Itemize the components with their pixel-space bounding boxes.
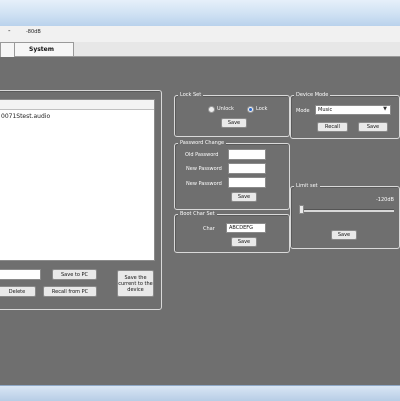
char-label: Char bbox=[203, 226, 215, 232]
chevron-down-icon: ▼ bbox=[383, 106, 387, 112]
window-titlebar bbox=[0, 0, 400, 26]
preset-filename-field[interactable] bbox=[0, 269, 41, 280]
boot-char-save-button[interactable]: Save bbox=[231, 237, 257, 247]
limit-slider-thumb[interactable] bbox=[299, 205, 304, 214]
tab-system-label: System bbox=[29, 46, 54, 53]
limit-set-legend: Limit set bbox=[294, 183, 320, 189]
tab-system[interactable]: System bbox=[14, 42, 74, 56]
confirm-password-label: New Password bbox=[186, 181, 222, 187]
lock-label: Lock bbox=[256, 106, 268, 112]
limit-value-label: -120dB bbox=[376, 197, 394, 203]
new-password-field[interactable] bbox=[228, 163, 266, 174]
mode-label: Mode bbox=[296, 108, 310, 114]
limit-slider-track[interactable] bbox=[301, 209, 394, 212]
device-mode-save-button[interactable]: Save bbox=[358, 122, 388, 132]
device-mode-panel bbox=[290, 95, 400, 139]
unlock-radio[interactable] bbox=[208, 106, 215, 113]
mode-select-value: Music bbox=[318, 107, 333, 113]
confirm-password-field[interactable] bbox=[228, 177, 266, 188]
recall-from-pc-button[interactable]: Recall from PC bbox=[43, 286, 97, 297]
boot-char-panel bbox=[174, 214, 290, 253]
password-change-legend: Password Change bbox=[178, 140, 227, 146]
preset-list[interactable]: 0071Stest.audio bbox=[0, 99, 155, 261]
lock-set-panel bbox=[174, 95, 290, 137]
mode-select[interactable]: Music ▼ bbox=[315, 105, 391, 115]
taskbar bbox=[0, 385, 400, 401]
limit-save-button[interactable]: Save bbox=[331, 230, 357, 240]
save-to-device-button[interactable]: Save the current to the device bbox=[117, 270, 154, 297]
boot-char-legend: Boot Char Set bbox=[178, 211, 217, 217]
save-to-pc-button[interactable]: Save to PC bbox=[52, 269, 97, 280]
boot-char-field[interactable]: ABCDEFG bbox=[226, 223, 266, 233]
lock-save-button[interactable]: Save bbox=[221, 118, 247, 128]
new-password-label: New Password bbox=[186, 166, 222, 172]
old-password-label: Old Password bbox=[185, 152, 219, 158]
device-mode-legend: Device Mode bbox=[294, 92, 331, 98]
unlock-label: Unlock bbox=[217, 106, 234, 112]
preset-list-header bbox=[0, 100, 154, 110]
lock-radio[interactable] bbox=[247, 106, 254, 113]
tab-partial[interactable] bbox=[0, 42, 15, 57]
device-mode-recall-button[interactable]: Recall bbox=[317, 122, 348, 132]
toolbar-db-label: -80dB bbox=[26, 29, 41, 35]
delete-button[interactable]: Delete bbox=[0, 286, 36, 297]
toolbar: - -80dB bbox=[0, 26, 400, 43]
old-password-field[interactable] bbox=[228, 149, 266, 160]
toolbar-dash: - bbox=[8, 27, 11, 35]
lock-set-legend: Lock Set bbox=[178, 92, 204, 98]
password-save-button[interactable]: Save bbox=[231, 192, 257, 202]
preset-list-item[interactable]: 0071Stest.audio bbox=[0, 110, 154, 120]
